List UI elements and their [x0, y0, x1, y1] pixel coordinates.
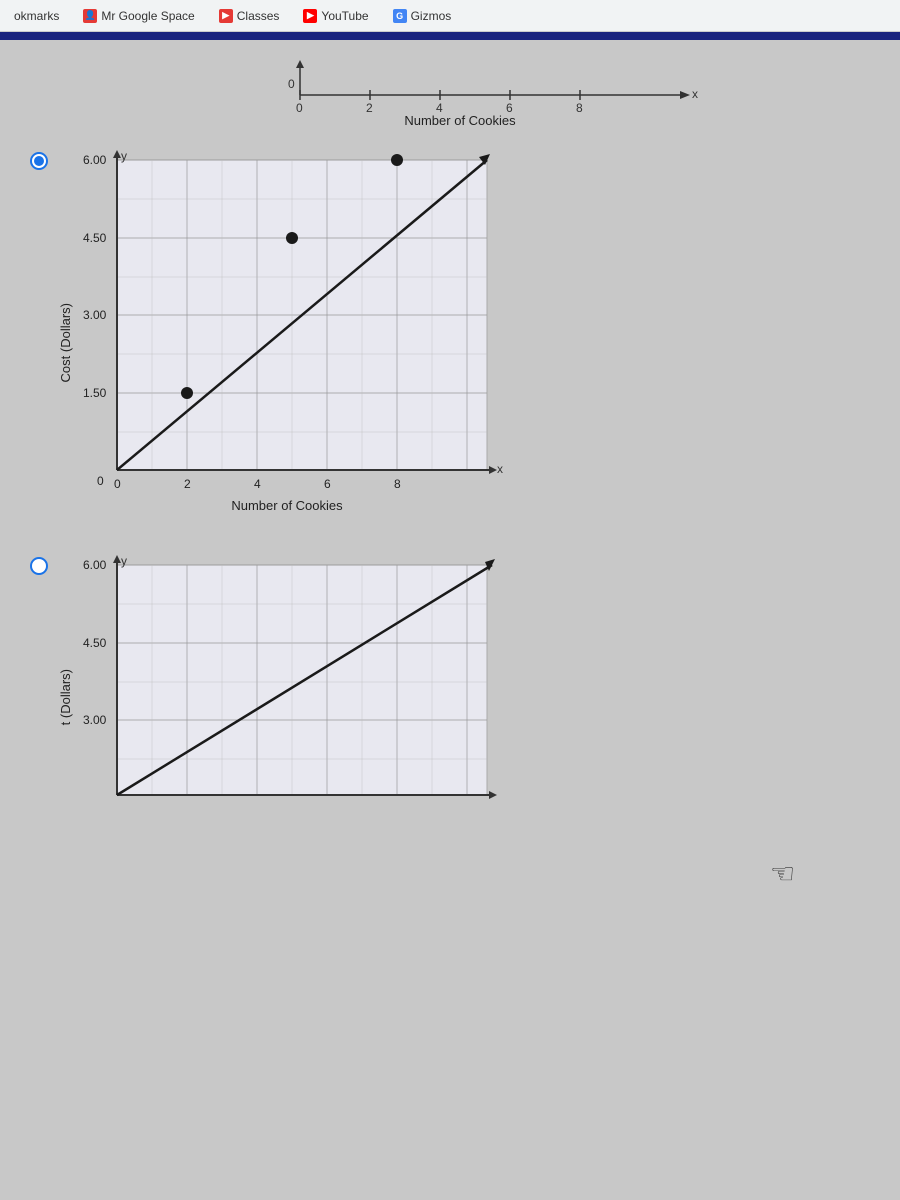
radio-button-1[interactable]: [30, 152, 48, 170]
svg-text:8: 8: [394, 477, 401, 491]
graph-2-svg: 6.00 4.50 3.00 y: [77, 555, 507, 835]
gizmos-icon: G: [393, 9, 407, 23]
svg-text:3.00: 3.00: [83, 713, 107, 727]
svg-text:1.50: 1.50: [83, 386, 107, 400]
graph-2-wrapper: t (Dollars): [58, 555, 507, 840]
graph-2-container: 6.00 4.50 3.00 y: [77, 555, 507, 840]
top-graph-svg: 0 2 4 6 8 0 x Number of Cookies: [280, 60, 710, 125]
bookmark-youtube[interactable]: ▶ YouTube: [297, 7, 374, 25]
svg-text:x: x: [497, 462, 503, 476]
bookmark-classes[interactable]: ▶ Classes: [213, 7, 286, 25]
svg-text:0: 0: [114, 477, 121, 491]
bookmark-gizmos[interactable]: G Gizmos: [387, 7, 458, 25]
main-content: 0 2 4 6 8 0 x Number of Cookies: [0, 40, 900, 1200]
radio-button-2[interactable]: [30, 557, 48, 575]
graph-2-y-label: t (Dollars): [58, 669, 73, 725]
svg-text:0: 0: [296, 101, 303, 115]
bookmark-classes-label: Classes: [237, 9, 280, 23]
svg-text:Number of Cookies: Number of Cookies: [404, 113, 516, 125]
svg-text:6: 6: [324, 477, 331, 491]
svg-text:0: 0: [97, 474, 104, 488]
svg-text:2: 2: [366, 101, 373, 115]
bookmark-okmarks-label: okmarks: [14, 9, 59, 23]
radio-option-2[interactable]: t (Dollars): [30, 555, 870, 840]
header-bar: [0, 32, 900, 40]
classes-icon: ▶: [219, 9, 233, 23]
bookmark-google-space[interactable]: 👤 Mr Google Space: [77, 7, 200, 25]
bookmark-youtube-label: YouTube: [321, 9, 368, 23]
svg-text:4: 4: [254, 477, 261, 491]
svg-text:0: 0: [288, 77, 295, 91]
bookmark-okmarks[interactable]: okmarks: [8, 7, 65, 25]
svg-text:6.00: 6.00: [83, 153, 107, 167]
bookmark-gizmos-label: Gizmos: [411, 9, 452, 23]
svg-text:Number of Cookies: Number of Cookies: [231, 498, 343, 513]
graph-1-container: 6.00 4.50 3.00 1.50 0 0 2 4 6 8 x y: [77, 150, 507, 535]
radio-option-1[interactable]: Cost (Dollars): [30, 150, 870, 535]
google-space-icon: 👤: [83, 9, 97, 23]
bookmark-bar: okmarks 👤 Mr Google Space ▶ Classes ▶ Yo…: [0, 0, 900, 32]
svg-text:8: 8: [576, 101, 583, 115]
svg-text:y: y: [121, 555, 127, 568]
svg-text:6.00: 6.00: [83, 558, 107, 572]
svg-text:3.00: 3.00: [83, 308, 107, 322]
top-graph-partial: 0 2 4 6 8 0 x Number of Cookies: [280, 60, 870, 130]
svg-text:2: 2: [184, 477, 191, 491]
graph-1-svg: 6.00 4.50 3.00 1.50 0 0 2 4 6 8 x y: [77, 150, 507, 530]
graph-1-wrapper: Cost (Dollars): [58, 150, 507, 535]
cursor-hand-icon: ☞: [770, 857, 795, 890]
svg-text:x: x: [692, 87, 698, 101]
svg-text:4.50: 4.50: [83, 636, 107, 650]
youtube-icon: ▶: [303, 9, 317, 23]
svg-text:4.50: 4.50: [83, 231, 107, 245]
bookmark-google-space-label: Mr Google Space: [101, 9, 194, 23]
graph-1-y-label: Cost (Dollars): [58, 303, 73, 382]
svg-text:y: y: [121, 150, 127, 163]
